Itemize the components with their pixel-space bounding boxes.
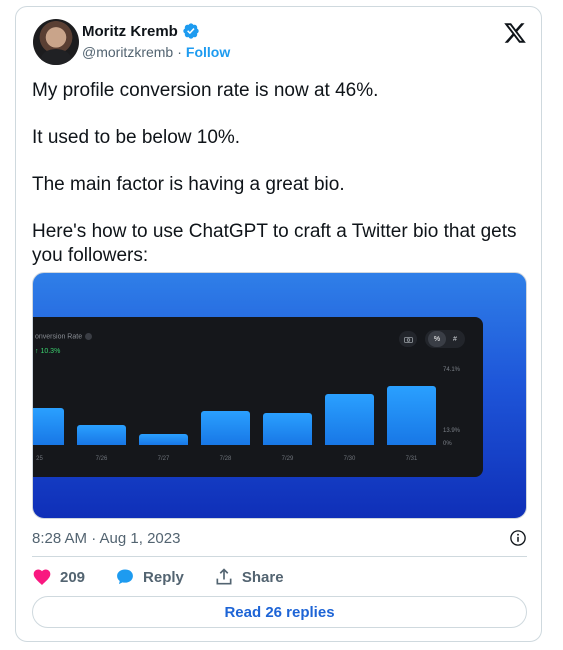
chart-x-tick: 7/28 <box>219 456 232 462</box>
avatar[interactable] <box>33 19 79 65</box>
chart-x-tick: 7/30 <box>343 456 356 462</box>
verified-badge-icon <box>183 23 199 39</box>
chart-bar <box>263 413 312 445</box>
reply-label: Reply <box>143 568 184 586</box>
x-logo-icon[interactable] <box>503 21 527 45</box>
reply-button[interactable]: Reply <box>115 567 184 587</box>
y-tick-zero: 0% <box>443 441 452 447</box>
chart-panel: onversion Rate ↑ 10.3% % # 74.1% 13.9% 0… <box>33 317 483 477</box>
y-tick-mid: 13.9% <box>443 428 461 434</box>
share-button[interactable]: Share <box>214 567 284 587</box>
timestamp-row: 8:28 AM · Aug 1, 2023 <box>32 529 527 547</box>
info-icon[interactable] <box>509 529 527 547</box>
tweet-paragraph: It used to be below 10%. <box>32 127 241 148</box>
chart-title: onversion Rate <box>35 333 93 341</box>
info-icon-small <box>85 333 93 340</box>
chart-bar <box>139 434 188 445</box>
share-label: Share <box>241 568 284 586</box>
separator-dot: · <box>177 44 182 60</box>
tweet-media-image[interactable]: onversion Rate ↑ 10.3% % # 74.1% 13.9% 0… <box>32 272 527 519</box>
author-handle-row: @moritzkremb · Follow <box>82 44 230 60</box>
divider <box>32 556 527 557</box>
chart-bar <box>325 394 374 445</box>
tweet-card: Moritz Kremb @moritzkremb · Follow My pr… <box>15 6 542 642</box>
tweet-paragraph: The main factor is having a great bio. <box>32 174 345 195</box>
tweet-paragraph: Here's how to use ChatGPT to craft a Twi… <box>32 221 517 266</box>
chart-x-tick: 7/26 <box>95 456 108 462</box>
chart-x-tick: 7/27 <box>157 456 170 462</box>
heart-icon <box>33 569 51 585</box>
tweet-actions: 209 Reply Share <box>32 567 314 587</box>
chart-bar <box>77 425 126 445</box>
author-display-name[interactable]: Moritz Kremb <box>82 23 178 40</box>
chart-stat: ↑ 10.3% <box>35 348 61 355</box>
tweet-timestamp[interactable]: 8:28 AM · Aug 1, 2023 <box>32 530 180 547</box>
toggle-count: # <box>453 335 457 343</box>
like-count: 209 <box>60 568 86 586</box>
chart-title-text: onversion Rate <box>35 333 83 341</box>
share-icon <box>216 568 232 585</box>
y-tick-top: 74.1% <box>443 367 461 373</box>
author-name-row: Moritz Kremb <box>82 22 200 40</box>
camera-icon <box>399 331 417 347</box>
tweet-paragraph: My profile conversion rate is now at 46%… <box>32 80 379 101</box>
tweet-text: My profile conversion rate is now at 46%… <box>32 79 532 291</box>
toggle-percent: % <box>428 331 446 347</box>
author-handle[interactable]: @moritzkremb <box>82 44 173 60</box>
chart-x-tick: 25 <box>36 456 43 462</box>
reply-bubble-icon <box>117 569 133 585</box>
like-button[interactable]: 209 <box>32 567 85 587</box>
read-replies-button[interactable]: Read 26 replies <box>32 596 527 628</box>
chart-bar <box>201 411 250 445</box>
chart-x-tick: 7/29 <box>281 456 294 462</box>
chart-bar <box>33 408 64 445</box>
chart-x-tick: 7/31 <box>405 456 418 462</box>
follow-link[interactable]: Follow <box>186 44 230 60</box>
chart-bar <box>387 386 436 445</box>
